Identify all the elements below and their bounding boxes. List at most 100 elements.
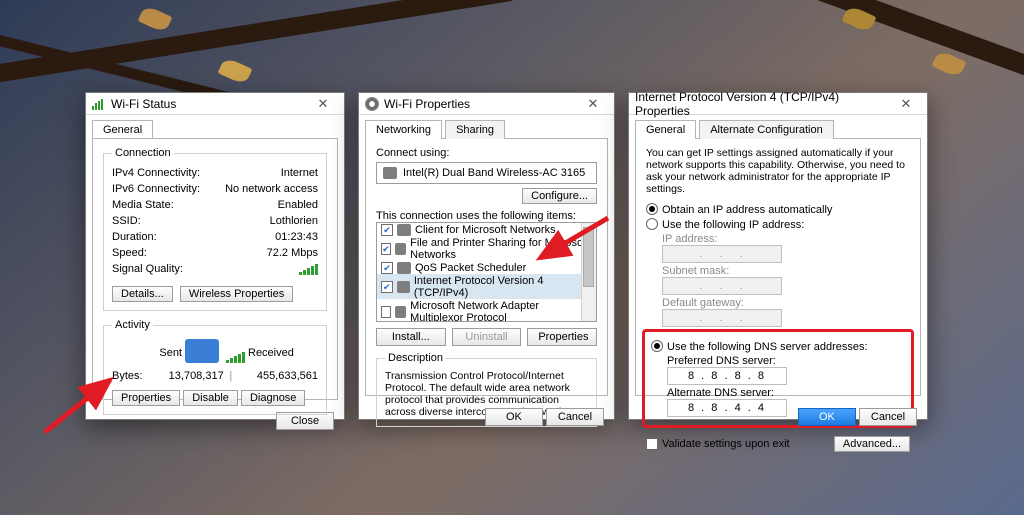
validate-checkbox[interactable] [646, 438, 658, 450]
protocol-icon [397, 262, 411, 274]
properties-button[interactable]: Properties [527, 328, 597, 346]
bytes-recv-value: 455,633,561 [238, 370, 318, 382]
list-item-label: Client for Microsoft Networks [415, 224, 556, 236]
close-icon[interactable]: ✕ [576, 93, 610, 115]
intro-text: You can get IP settings assigned automat… [646, 147, 910, 195]
gear-icon [365, 97, 379, 111]
advanced-button[interactable]: Advanced... [834, 436, 910, 452]
window-title: Wi-Fi Status [111, 97, 306, 111]
checkbox[interactable] [381, 281, 393, 293]
protocol-icon [397, 224, 411, 236]
radio-ip-manual[interactable] [646, 218, 658, 230]
close-icon[interactable]: ✕ [889, 93, 923, 115]
ssid-value: Lothlorien [270, 215, 318, 227]
scrollbar-thumb[interactable] [583, 227, 594, 287]
connect-using-label: Connect using: [376, 147, 597, 159]
preferred-dns-label: Preferred DNS server: [667, 355, 817, 367]
description-legend: Description [385, 352, 446, 364]
items-listbox[interactable]: Client for Microsoft NetworksFile and Pr… [376, 222, 597, 322]
close-icon[interactable]: ✕ [306, 93, 340, 115]
subnet-mask-label: Subnet mask: [662, 265, 812, 277]
background-leaf [932, 50, 967, 79]
preferred-dns-field[interactable]: 8 . 8 . 8 . 8 [667, 367, 787, 385]
ip-address-label: IP address: [662, 233, 812, 245]
tab-sharing[interactable]: Sharing [445, 120, 505, 139]
disable-button[interactable]: Disable [183, 390, 238, 406]
duration-value: 01:23:43 [275, 231, 318, 243]
background-leaf [138, 5, 173, 34]
subnet-mask-field: . . . [662, 277, 782, 295]
alternate-dns-field[interactable]: 8 . 8 . 4 . 4 [667, 399, 787, 417]
ip-auto-label: Obtain an IP address automatically [662, 204, 832, 216]
scrollbar[interactable] [581, 223, 596, 321]
install-button[interactable]: Install... [376, 328, 446, 346]
duration-label: Duration: [112, 231, 157, 243]
gateway-field: . . . [662, 309, 782, 327]
list-item[interactable]: File and Printer Sharing for Microsoft N… [377, 236, 596, 261]
diagnose-button[interactable]: Diagnose [241, 390, 305, 406]
bytes-sent-value: 13,708,317 [144, 370, 224, 382]
protocol-icon [397, 281, 410, 293]
window-title: Wi-Fi Properties [384, 97, 576, 111]
radio-ip-auto[interactable] [646, 203, 658, 215]
checkbox[interactable] [381, 224, 393, 236]
wifi-icon [92, 98, 106, 110]
list-item-label: Internet Protocol Version 4 (TCP/IPv4) [414, 275, 592, 299]
titlebar[interactable]: Internet Protocol Version 4 (TCP/IPv4) P… [629, 93, 927, 115]
speed-label: Speed: [112, 247, 147, 259]
tab-alternate[interactable]: Alternate Configuration [699, 120, 834, 139]
list-item-label: QoS Packet Scheduler [415, 262, 526, 274]
configure-button[interactable]: Configure... [522, 188, 597, 204]
ip-address-field: . . . [662, 245, 782, 263]
protocol-icon [395, 306, 406, 318]
alternate-dns-label: Alternate DNS server: [667, 387, 817, 399]
tab-networking[interactable]: Networking [365, 120, 442, 139]
list-item-label: File and Printer Sharing for Microsoft N… [410, 237, 592, 261]
uninstall-button[interactable]: Uninstall [452, 328, 522, 346]
radio-dns-manual[interactable] [651, 340, 663, 352]
checkbox[interactable] [381, 306, 391, 318]
titlebar[interactable]: Wi-Fi Status ✕ [86, 93, 344, 115]
ip-manual-label: Use the following IP address: [662, 219, 804, 231]
wifi-properties-dialog: Wi-Fi Properties ✕ Networking Sharing Co… [358, 92, 615, 420]
media-label: Media State: [112, 199, 174, 211]
ipv6-label: IPv6 Connectivity: [112, 183, 200, 195]
tab-general[interactable]: General [92, 120, 153, 139]
signal-bars-icon [299, 263, 318, 275]
adapter-icon [383, 167, 397, 179]
cancel-button[interactable]: Cancel [859, 408, 917, 426]
ok-button[interactable]: OK [798, 408, 856, 426]
list-item[interactable]: QoS Packet Scheduler [377, 261, 596, 274]
details-button[interactable]: Details... [112, 286, 173, 302]
speed-value: 72.2 Mbps [267, 247, 318, 259]
list-item[interactable]: Internet Protocol Version 4 (TCP/IPv4) [377, 274, 596, 299]
checkbox[interactable] [381, 243, 391, 255]
list-item[interactable]: Client for Microsoft Networks [377, 223, 596, 236]
background-leaf [218, 57, 253, 86]
signal-label: Signal Quality: [112, 263, 183, 278]
tab-general[interactable]: General [635, 120, 696, 139]
validate-label: Validate settings upon exit [662, 438, 790, 450]
list-item[interactable]: Microsoft Network Adapter Multiplexor Pr… [377, 299, 596, 322]
adapter-field: Intel(R) Dual Band Wireless-AC 3165 [376, 162, 597, 184]
activity-legend: Activity [112, 319, 153, 331]
checkbox[interactable] [381, 262, 393, 274]
ipv4-properties-dialog: Internet Protocol Version 4 (TCP/IPv4) P… [628, 92, 928, 420]
ipv6-value: No network access [225, 183, 318, 195]
ipv4-value: Internet [281, 167, 318, 179]
bytes-label: Bytes: [112, 370, 143, 382]
cancel-button[interactable]: Cancel [546, 408, 604, 426]
titlebar[interactable]: Wi-Fi Properties ✕ [359, 93, 614, 115]
ok-button[interactable]: OK [485, 408, 543, 426]
received-label: Received [248, 347, 318, 359]
background-branch [0, 0, 518, 88]
signal-bars-icon [226, 351, 245, 363]
wireless-properties-button[interactable]: Wireless Properties [180, 286, 293, 302]
protocol-icon [395, 243, 406, 255]
window-title: Internet Protocol Version 4 (TCP/IPv4) P… [635, 90, 889, 118]
items-label: This connection uses the following items… [376, 210, 597, 222]
tabstrip: General [86, 115, 344, 138]
sent-label: Sent [112, 347, 182, 359]
properties-button[interactable]: Properties [112, 390, 180, 406]
ipv4-label: IPv4 Connectivity: [112, 167, 200, 179]
